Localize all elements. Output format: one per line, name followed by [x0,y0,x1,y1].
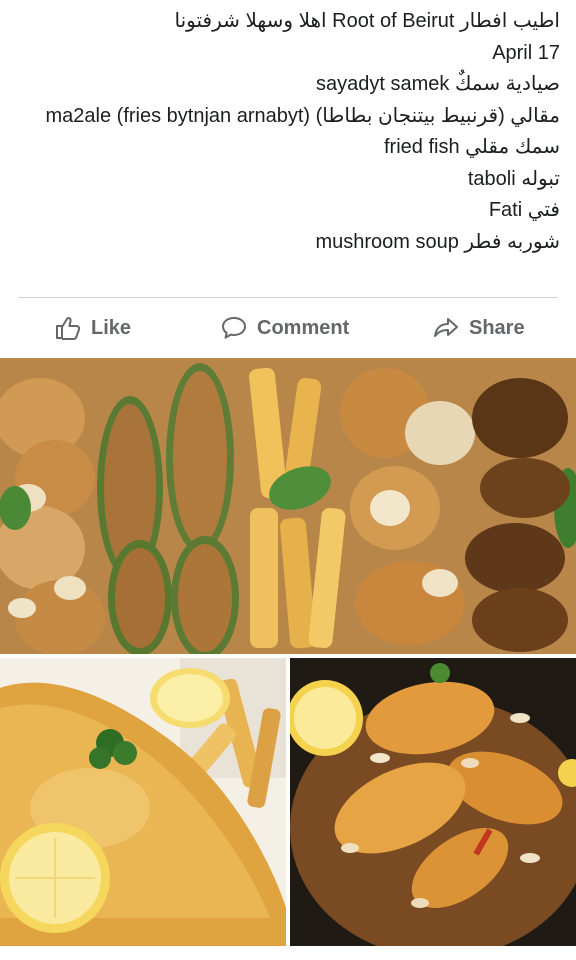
post-line-title: اطيب افطار Root of Beirut اهلا وسهلا شرف… [174,10,561,32]
post-line-mushroom-soup: شوربه فطر mushroom soup [315,230,560,253]
post-line-fati: فتي Fati [488,199,560,221]
post-line-sayadyt: صيادية سمكٌ sayadyt samek [316,73,560,95]
comment-label: Comment [257,316,350,339]
fried-vegetables-platter-photo[interactable] [0,358,576,654]
post-text: اطيب افطار Root of Beirut اهلا وسهلا شرف… [0,6,560,258]
share-button[interactable]: Share [432,300,525,356]
thumbs-up-icon [56,316,81,340]
post-line-date: April 17 [492,41,560,64]
fish-sayadieh-platter-photo[interactable] [290,658,576,946]
post-actions-bar: Like Comment Share [0,300,576,356]
comment-button[interactable]: Comment [220,300,349,356]
divider [18,297,558,298]
like-label: Like [91,316,132,339]
post-line-taboli: تبوله taboli [467,167,560,190]
post-line-fried-fish: سمك مقلي fried fish [383,136,560,158]
speech-bubble-icon [222,317,246,339]
post-line-ma2ale: مقالي (قرنبيط بيتنجان بطاطا) ma2ale (fri… [45,104,560,127]
fried-fish-with-fries-photo[interactable] [0,658,286,946]
like-button[interactable]: Like [54,300,131,356]
share-label: Share [469,316,525,339]
photo-grid [0,358,576,960]
share-arrow-icon [434,318,458,337]
